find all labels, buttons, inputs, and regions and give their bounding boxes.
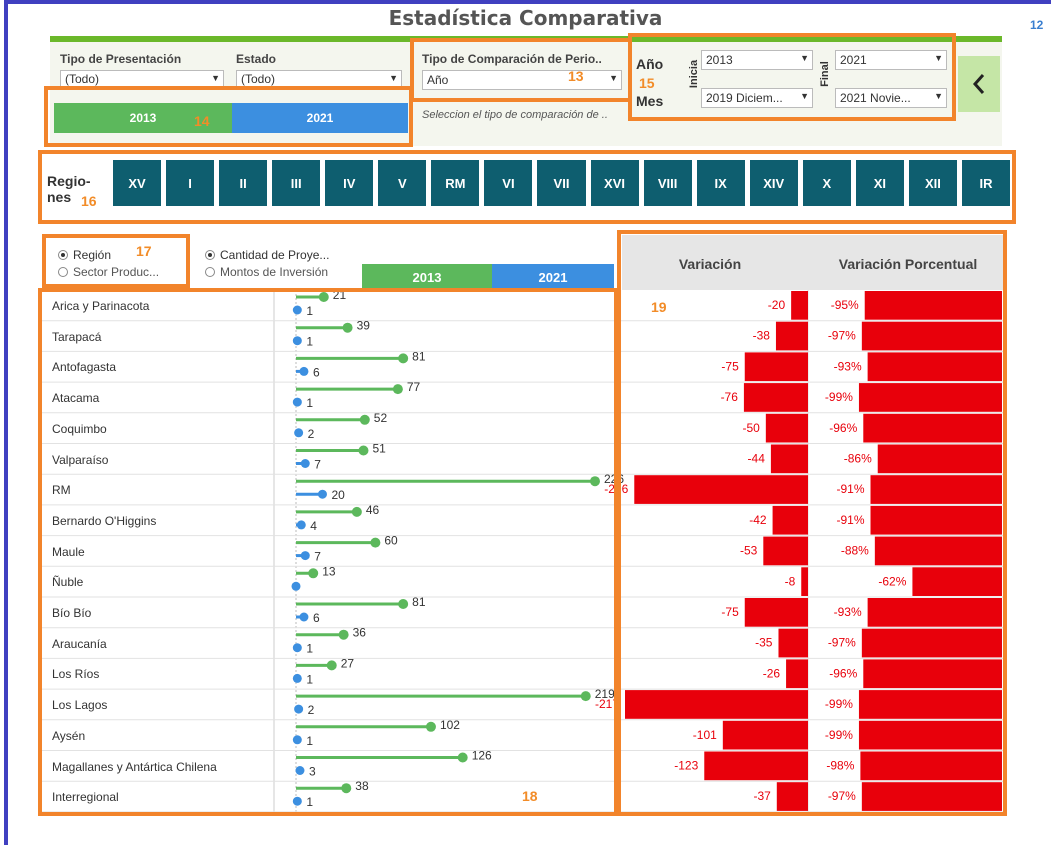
annotation-box-18 xyxy=(38,288,618,816)
annotation-18: 18 xyxy=(522,788,538,804)
annotation-19: 19 xyxy=(651,299,667,315)
annotation-box-19 xyxy=(617,230,1007,816)
